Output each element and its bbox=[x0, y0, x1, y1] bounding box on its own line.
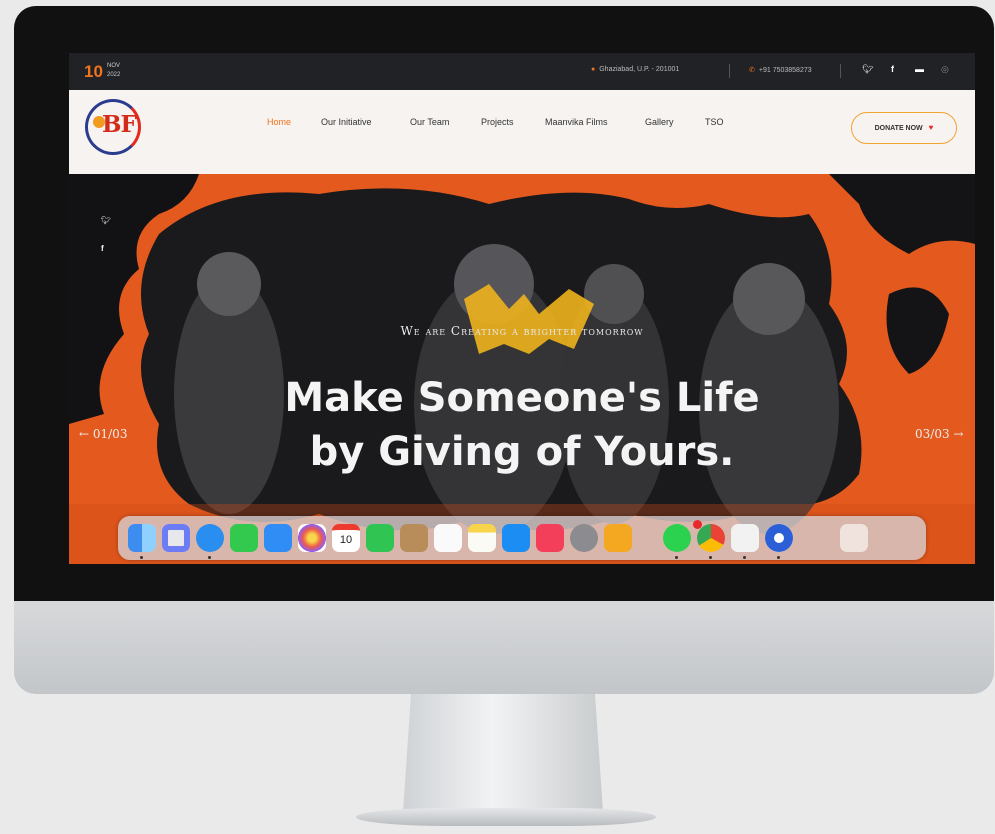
mail-icon[interactable] bbox=[264, 524, 292, 552]
instagram-icon[interactable]: ◎ bbox=[941, 64, 949, 75]
music-icon[interactable] bbox=[536, 524, 564, 552]
location-info: ● Ghaziabad, U.P. - 201001 bbox=[591, 66, 679, 73]
donate-label: DONATE NOW bbox=[874, 125, 923, 132]
macos-dock: 10 bbox=[118, 516, 926, 560]
app-store-icon[interactable] bbox=[502, 524, 530, 552]
facebook-icon[interactable]: f bbox=[891, 64, 894, 74]
phone-text: +91 7503858273 bbox=[758, 67, 812, 74]
running-indicator bbox=[709, 556, 712, 559]
divider bbox=[840, 64, 841, 78]
hero-slider: 🐦︎ f We are Creating a brighter tomorrow… bbox=[69, 174, 975, 564]
browser-screen: 10 NOV 2022 ● Ghaziabad, U.P. - 201001 ✆ +… bbox=[69, 53, 975, 564]
headline-line-2: by Giving of Yours. bbox=[309, 429, 735, 475]
messages-icon[interactable] bbox=[230, 524, 258, 552]
nav-our-team[interactable]: Our Team bbox=[410, 117, 449, 127]
chrome-icon[interactable] bbox=[697, 524, 725, 552]
running-indicator bbox=[743, 556, 746, 559]
date-day: 10 bbox=[84, 62, 103, 81]
launchpad-icon[interactable] bbox=[162, 524, 190, 552]
hero-headline: Make Someone's Life by Giving of Yours. bbox=[69, 371, 975, 479]
nav-home[interactable]: Home bbox=[267, 117, 291, 127]
calendar-icon[interactable]: 10 bbox=[332, 524, 360, 552]
hero-tagline: We are Creating a brighter tomorrow bbox=[400, 324, 644, 338]
nav-tso[interactable]: TSO bbox=[705, 117, 724, 127]
date-month-year: NOV 2022 bbox=[107, 62, 120, 80]
phone-icon: ✆ bbox=[749, 67, 755, 74]
youtube-icon[interactable]: ▬ bbox=[915, 64, 924, 74]
contacts-icon[interactable] bbox=[400, 524, 428, 552]
heart-icon: ♥ bbox=[928, 123, 934, 132]
word-icon[interactable] bbox=[765, 524, 793, 552]
monitor-stand-foot bbox=[356, 808, 656, 826]
slide-prev-button[interactable]: ← 01/03 bbox=[79, 427, 127, 441]
running-indicator bbox=[675, 556, 678, 559]
divider bbox=[729, 64, 730, 78]
site-logo[interactable]: BF bbox=[85, 99, 145, 159]
imac-monitor: 10 NOV 2022 ● Ghaziabad, U.P. - 201001 ✆ +… bbox=[14, 6, 994, 694]
headline-line-1: Make Someone's Life bbox=[284, 375, 760, 421]
monitor-stand-neck bbox=[403, 694, 603, 812]
settings-icon[interactable] bbox=[570, 524, 598, 552]
calendar-day: 10 bbox=[339, 534, 353, 546]
nav-gallery[interactable]: Gallery bbox=[645, 117, 674, 127]
whatsapp-icon[interactable] bbox=[663, 524, 691, 552]
running-indicator bbox=[140, 556, 143, 559]
twitter-icon[interactable]: 🐦︎ bbox=[862, 64, 873, 75]
twitter-icon[interactable]: 🐦︎ bbox=[101, 216, 111, 225]
finder-icon[interactable] bbox=[128, 524, 156, 552]
facebook-icon[interactable]: f bbox=[101, 244, 104, 253]
nav-maanvika-films[interactable]: Maanvika Films bbox=[545, 117, 608, 127]
notes-icon[interactable] bbox=[468, 524, 496, 552]
running-indicator bbox=[777, 556, 780, 559]
logo-text: BF bbox=[102, 111, 137, 138]
hero-background bbox=[69, 174, 975, 564]
location-pin-icon: ● bbox=[591, 66, 596, 73]
date-year: 2022 bbox=[107, 72, 121, 78]
nav-projects[interactable]: Projects bbox=[481, 117, 514, 127]
facetime-icon[interactable] bbox=[366, 524, 394, 552]
donate-button[interactable]: DONATE NOW ♥ bbox=[851, 112, 957, 144]
slide-next-button[interactable]: 03/03 → bbox=[915, 427, 963, 441]
main-navigation: BF Home Our Initiative Our Team Projects… bbox=[69, 90, 975, 174]
date-month: NOV bbox=[107, 63, 121, 69]
location-text: Ghaziabad, U.P. - 201001 bbox=[599, 66, 680, 73]
pages-icon[interactable] bbox=[604, 524, 632, 552]
nav-our-initiative[interactable]: Our Initiative bbox=[321, 117, 372, 127]
safari-icon[interactable] bbox=[196, 524, 224, 552]
monitor-chin bbox=[14, 601, 994, 694]
top-info-bar: 10 NOV 2022 ● Ghaziabad, U.P. - 201001 ✆ +… bbox=[69, 53, 975, 90]
reminders-icon[interactable] bbox=[434, 524, 462, 552]
trash-icon[interactable] bbox=[840, 524, 868, 552]
phone-info[interactable]: ✆ +91 7503858273 bbox=[749, 66, 812, 74]
photos-icon[interactable] bbox=[298, 524, 326, 552]
running-indicator bbox=[208, 556, 211, 559]
textedit-icon[interactable] bbox=[731, 524, 759, 552]
